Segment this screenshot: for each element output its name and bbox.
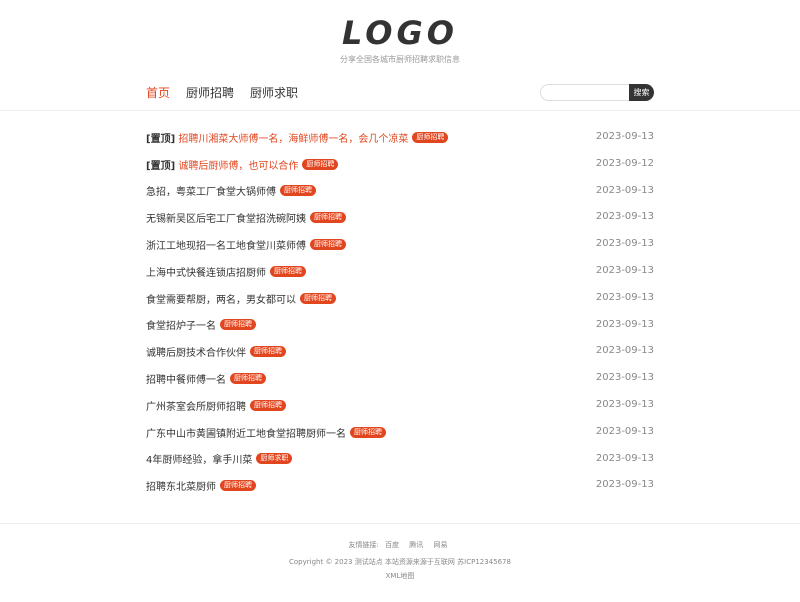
- list-item: [置顶] 招聘川湘菜大师傅一名，海鲜师傅一名，会几个凉菜 厨师招聘 2023-09-…: [146, 124, 654, 151]
- post-title: 诚聘后厨技术合作伙伴: [146, 348, 246, 360]
- post-title-link[interactable]: 4年厨师经验，拿手川菜: [146, 451, 252, 466]
- list-item: 上海中式快餐连锁店招厨师 厨师招聘 2023-09-13: [146, 258, 654, 285]
- list-item: 诚聘后厨技术合作伙伴 厨师招聘 2023-09-13: [146, 338, 654, 365]
- nav-item-home[interactable]: 首页: [146, 85, 170, 101]
- post-title: 食堂招炉子一名: [146, 321, 216, 333]
- site-footer: 友情链接: 百度 腾讯 网易 Copyright © 2023 测试站点 本站资…: [0, 538, 800, 583]
- post-title-link[interactable]: 招聘东北菜厨师: [146, 478, 216, 493]
- category-badge[interactable]: 厨师招聘: [250, 346, 286, 358]
- post-date: 2023-09-13: [595, 479, 654, 491]
- list-item: 4年厨师经验，拿手川菜 厨师求职 2023-09-13: [146, 446, 654, 473]
- pinned-prefix: [置顶]: [146, 160, 176, 172]
- post-date: 2023-09-13: [595, 238, 654, 250]
- post-date: 2023-09-13: [595, 345, 654, 357]
- list-item: 无锡新吴区后宅工厂食堂招洗碗阿姨 厨师招聘 2023-09-13: [146, 204, 654, 231]
- post-title: 招聘东北菜厨师: [146, 482, 216, 494]
- header-divider: [0, 110, 800, 111]
- post-date: 2023-09-13: [595, 318, 654, 330]
- post-title-link[interactable]: 诚聘后厨技术合作伙伴: [146, 344, 246, 359]
- post-title: 招聘川湘菜大师傅一名，海鲜师傅一名，会几个凉菜: [178, 133, 409, 145]
- post-title-link[interactable]: 上海中式快餐连锁店招厨师: [146, 264, 266, 279]
- category-badge[interactable]: 厨师招聘: [250, 399, 286, 411]
- pinned-prefix: [置顶]: [146, 133, 176, 145]
- post-title: 急招，粤菜工厂食堂大锅师傅: [146, 187, 276, 199]
- list-item: 急招，粤菜工厂食堂大锅师傅 厨师招聘 2023-09-13: [146, 178, 654, 205]
- post-list: [置顶] 招聘川湘菜大师傅一名，海鲜师傅一名，会几个凉菜 厨师招聘 2023-09-…: [146, 124, 654, 499]
- post-title: 无锡新吴区后宅工厂食堂招洗碗阿姨: [146, 214, 306, 226]
- site-header: LOGO 分享全国各城市厨师招聘求职信息 首页 厨师招聘 厨师求职 搜索: [0, 0, 800, 110]
- nav-item-chef-resumes[interactable]: 厨师求职: [250, 85, 298, 101]
- category-badge[interactable]: 厨师招聘: [230, 373, 266, 385]
- post-date: 2023-09-13: [595, 452, 654, 464]
- friend-link-baidu[interactable]: 百度: [385, 541, 399, 549]
- post-title-link[interactable]: 招聘中餐师傅一名: [146, 371, 226, 386]
- post-title: 4年厨师经验，拿手川菜: [146, 455, 253, 467]
- category-badge[interactable]: 厨师招聘: [350, 426, 386, 438]
- post-date: 2023-09-13: [595, 291, 654, 303]
- list-item: 食堂招炉子一名 厨师招聘 2023-09-13: [146, 312, 654, 339]
- category-badge[interactable]: 厨师招聘: [300, 292, 336, 304]
- post-date: 2023-09-13: [595, 425, 654, 437]
- friend-links-label: 友情链接:: [348, 541, 379, 549]
- post-date: 2023-09-13: [595, 131, 654, 142]
- post-title-link[interactable]: [置顶] 招聘川湘菜大师傅一名，海鲜师傅一名，会几个凉菜: [146, 130, 408, 145]
- post-title-link[interactable]: 浙江工地现招一名工地食堂川菜师傅: [146, 237, 306, 252]
- post-date: 2023-09-13: [595, 184, 654, 196]
- main-nav: 首页 厨师招聘 厨师求职: [146, 85, 314, 101]
- post-title: 广东中山市黄圃镇附近工地食堂招聘厨师一名: [146, 428, 346, 440]
- post-title: 浙江工地现招一名工地食堂川菜师傅: [146, 241, 306, 253]
- post-date: 2023-09-13: [595, 398, 654, 410]
- list-item: 招聘中餐师傅一名 厨师招聘 2023-09-13: [146, 365, 654, 392]
- post-title: 诚聘后厨师傅，也可以合作: [178, 160, 299, 172]
- post-title: 上海中式快餐连锁店招厨师: [146, 267, 266, 279]
- post-title-link[interactable]: 广州茶室会所厨师招聘: [146, 398, 246, 413]
- footer-divider: [0, 523, 800, 524]
- list-item: 食堂需要帮厨，两名，男女都可以 厨师招聘 2023-09-13: [146, 285, 654, 312]
- post-date: 2023-09-13: [595, 264, 654, 276]
- sitemap-link[interactable]: XML地图: [386, 569, 415, 583]
- category-badge[interactable]: 厨师招聘: [220, 319, 256, 331]
- nav-item-chef-jobs[interactable]: 厨师招聘: [186, 85, 234, 101]
- post-title: 招聘中餐师傅一名: [146, 375, 226, 387]
- list-item: 广州茶室会所厨师招聘 厨师招聘 2023-09-13: [146, 392, 654, 419]
- category-badge[interactable]: 厨师招聘: [302, 158, 339, 170]
- post-title-link[interactable]: 食堂招炉子一名: [146, 317, 216, 332]
- search-input[interactable]: [540, 84, 637, 101]
- list-item: 广东中山市黄圃镇附近工地食堂招聘厨师一名 厨师招聘 2023-09-13: [146, 419, 654, 446]
- list-item: 招聘东北菜厨师 厨师招聘 2023-09-13: [146, 472, 654, 499]
- site-logo[interactable]: LOGO: [0, 14, 800, 52]
- copyright-text: Copyright © 2023 测试站点 本站资源来源于互联网 苏ICP123…: [289, 558, 511, 566]
- post-title-link[interactable]: [置顶] 诚聘后厨师傅，也可以合作: [146, 157, 298, 172]
- list-item: [置顶] 诚聘后厨师傅，也可以合作 厨师招聘 2023-09-12: [146, 151, 654, 178]
- list-item: 浙江工地现招一名工地食堂川菜师傅 厨师招聘 2023-09-13: [146, 231, 654, 258]
- search-button[interactable]: 搜索: [629, 84, 654, 101]
- site-tagline: 分享全国各城市厨师招聘求职信息: [340, 55, 460, 64]
- post-date: 2023-09-13: [595, 372, 654, 384]
- post-title-link[interactable]: 急招，粤菜工厂食堂大锅师傅: [146, 183, 276, 198]
- post-title: 食堂需要帮厨，两名，男女都可以: [146, 294, 296, 306]
- post-title-link[interactable]: 广东中山市黄圃镇附近工地食堂招聘厨师一名: [146, 425, 346, 440]
- post-date: 2023-09-13: [595, 211, 654, 223]
- category-badge[interactable]: 厨师招聘: [310, 239, 346, 251]
- post-title: 广州茶室会所厨师招聘: [146, 401, 246, 413]
- friend-link-tencent[interactable]: 腾讯: [409, 541, 423, 549]
- category-badge[interactable]: 厨师招聘: [220, 480, 256, 492]
- category-badge[interactable]: 厨师招聘: [280, 185, 316, 197]
- category-badge[interactable]: 厨师招聘: [412, 131, 449, 143]
- post-date: 2023-09-12: [595, 157, 654, 169]
- search-form: 搜索: [540, 84, 654, 101]
- friend-link-netease[interactable]: 网易: [434, 541, 448, 549]
- category-badge[interactable]: 厨师招聘: [270, 265, 306, 277]
- post-title-link[interactable]: 食堂需要帮厨，两名，男女都可以: [146, 291, 296, 306]
- category-badge[interactable]: 厨师招聘: [310, 212, 346, 224]
- post-title-link[interactable]: 无锡新吴区后宅工厂食堂招洗碗阿姨: [146, 210, 306, 225]
- category-badge[interactable]: 厨师求职: [256, 453, 293, 465]
- friend-links: 友情链接: 百度 腾讯 网易: [0, 538, 800, 552]
